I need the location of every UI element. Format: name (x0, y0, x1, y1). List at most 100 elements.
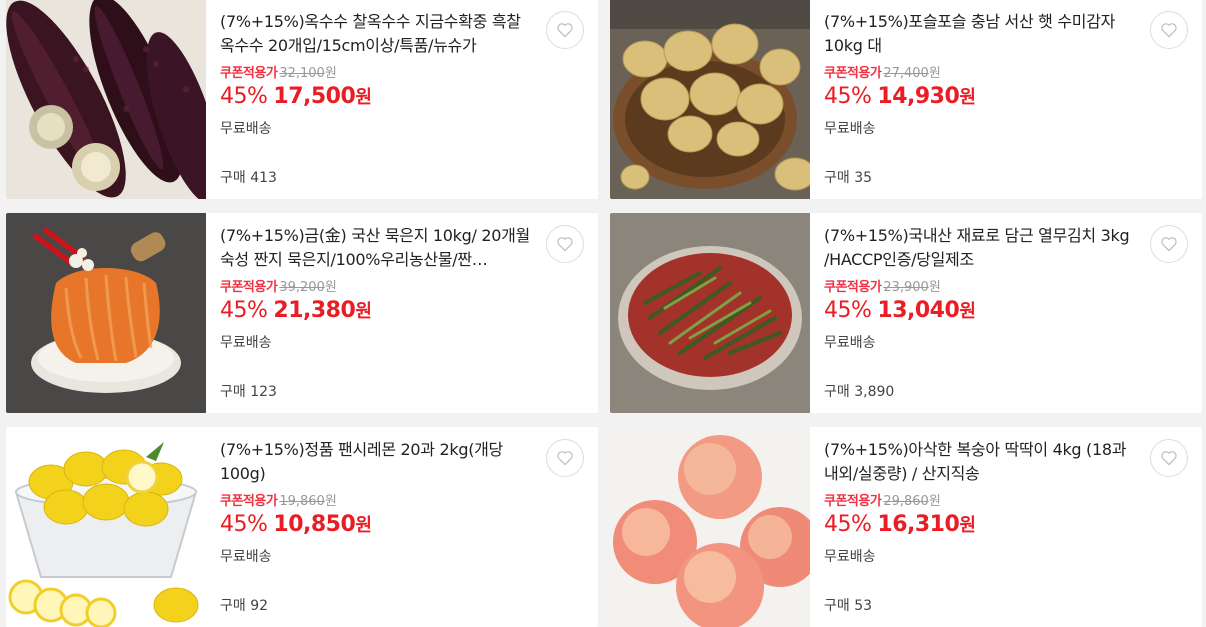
coupon-label: 쿠폰적용가 (824, 66, 882, 81)
sale-price: 14,930 (877, 84, 960, 109)
purchase-count: 구매 3,890 (824, 384, 895, 400)
price-unit: 원 (355, 301, 372, 322)
coupon-price-row: 쿠폰적용가 32,100원 (220, 66, 337, 82)
product-card[interactable]: (7%+15%)아삭한 복숭아 딱딱이 4kg (18과 내외/실중량) / 산… (610, 427, 1202, 627)
shipping-info: 무료배송 (824, 121, 876, 137)
product-info: (7%+15%)국내산 재료로 담근 열무김치 3kg /HACCP인증/당일제… (824, 213, 1138, 413)
heart-outline-icon (1161, 237, 1177, 252)
sale-price: 17,500 (273, 84, 356, 109)
coupon-price-row: 쿠폰적용가 19,860원 (220, 494, 337, 510)
product-card[interactable]: (7%+15%)금(金) 국산 묵은지 10kg/ 20개월 숙성 짠지 묵은지… (6, 213, 598, 413)
product-card[interactable]: (7%+15%)정품 팬시레몬 20과 2kg(개당100g) 쿠폰적용가 19,… (6, 427, 598, 627)
coupon-label: 쿠폰적용가 (220, 494, 278, 509)
original-price: 27,400 (883, 66, 929, 81)
sale-price-row: 45% 13,040원 (824, 297, 976, 323)
wishlist-button[interactable] (1150, 439, 1188, 477)
shipping-info: 무료배송 (220, 549, 272, 565)
original-price: 29,860 (883, 494, 929, 509)
aged-kimchi-image (6, 213, 206, 413)
peaches-image (610, 427, 810, 627)
original-price: 23,900 (883, 280, 929, 295)
purple-corn-image (6, 0, 206, 199)
lemons-bowl-image (6, 427, 206, 627)
purchase-count: 구매 35 (824, 170, 873, 186)
original-price-unit: 원 (324, 494, 337, 509)
discount-rate: 45% (824, 84, 872, 109)
product-title[interactable]: (7%+15%)국내산 재료로 담근 열무김치 3kg /HACCP인증/당일제… (824, 224, 1138, 272)
coupon-label: 쿠폰적용가 (824, 494, 882, 509)
sale-price-row: 45% 17,500원 (220, 83, 372, 109)
price-unit: 원 (959, 301, 976, 322)
product-info: (7%+15%)정품 팬시레몬 20과 2kg(개당100g) 쿠폰적용가 19,… (220, 427, 534, 627)
original-price: 39,200 (279, 280, 325, 295)
purchase-count: 구매 413 (220, 170, 277, 186)
potatoes-basket-image (610, 0, 810, 199)
heart-outline-icon (557, 23, 573, 38)
sale-price-row: 45% 14,930원 (824, 83, 976, 109)
shipping-info: 무료배송 (220, 335, 272, 351)
sale-price-row: 45% 16,310원 (824, 511, 976, 537)
discount-rate: 45% (220, 298, 268, 323)
sale-price: 13,040 (877, 298, 960, 323)
wishlist-button[interactable] (546, 439, 584, 477)
purchase-count: 구매 53 (824, 598, 873, 614)
heart-outline-icon (1161, 451, 1177, 466)
product-title[interactable]: (7%+15%)아삭한 복숭아 딱딱이 4kg (18과 내외/실중량) / 산… (824, 438, 1138, 486)
original-price-unit: 원 (928, 494, 941, 509)
purchase-count: 구매 123 (220, 384, 277, 400)
wishlist-button[interactable] (546, 225, 584, 263)
wishlist-button[interactable] (546, 11, 584, 49)
original-price-unit: 원 (928, 66, 941, 81)
price-unit: 원 (959, 515, 976, 536)
sale-price-row: 45% 21,380원 (220, 297, 372, 323)
sale-price: 16,310 (877, 512, 960, 537)
sale-price-row: 45% 10,850원 (220, 511, 372, 537)
product-card[interactable]: (7%+15%)옥수수 찰옥수수 지금수확중 흑찰옥수수 20개입/15cm이상… (6, 0, 598, 199)
product-image-yeolmu[interactable] (610, 213, 810, 413)
coupon-price-row: 쿠폰적용가 23,900원 (824, 280, 941, 296)
shipping-info: 무료배송 (220, 121, 272, 137)
coupon-label: 쿠폰적용가 (220, 66, 278, 81)
original-price: 19,860 (279, 494, 325, 509)
heart-outline-icon (557, 237, 573, 252)
discount-rate: 45% (824, 298, 872, 323)
product-image-corn[interactable] (6, 0, 206, 199)
product-title[interactable]: (7%+15%)포슬포슬 충남 서산 햇 수미감자 10kg 대 (824, 10, 1138, 58)
product-info: (7%+15%)포슬포슬 충남 서산 햇 수미감자 10kg 대 쿠폰적용가 27… (824, 0, 1138, 199)
product-image-lemon[interactable] (6, 427, 206, 627)
sale-price: 10,850 (273, 512, 356, 537)
product-info: (7%+15%)옥수수 찰옥수수 지금수확중 흑찰옥수수 20개입/15cm이상… (220, 0, 534, 199)
wishlist-button[interactable] (1150, 11, 1188, 49)
coupon-price-row: 쿠폰적용가 27,400원 (824, 66, 941, 82)
product-card[interactable]: (7%+15%)포슬포슬 충남 서산 햇 수미감자 10kg 대 쿠폰적용가 27… (610, 0, 1202, 199)
young-radish-kimchi-image (610, 213, 810, 413)
product-info: (7%+15%)아삭한 복숭아 딱딱이 4kg (18과 내외/실중량) / 산… (824, 427, 1138, 627)
original-price-unit: 원 (324, 280, 337, 295)
heart-outline-icon (1161, 23, 1177, 38)
original-price: 32,100 (279, 66, 325, 81)
product-title[interactable]: (7%+15%)정품 팬시레몬 20과 2kg(개당100g) (220, 438, 534, 486)
product-card[interactable]: (7%+15%)국내산 재료로 담근 열무김치 3kg /HACCP인증/당일제… (610, 213, 1202, 413)
discount-rate: 45% (824, 512, 872, 537)
coupon-label: 쿠폰적용가 (824, 280, 882, 295)
heart-outline-icon (557, 451, 573, 466)
shipping-info: 무료배송 (824, 549, 876, 565)
product-grid: (7%+15%)옥수수 찰옥수수 지금수확중 흑찰옥수수 20개입/15cm이상… (0, 0, 1206, 627)
product-image-potato[interactable] (610, 0, 810, 199)
discount-rate: 45% (220, 512, 268, 537)
price-unit: 원 (355, 87, 372, 108)
product-info: (7%+15%)금(金) 국산 묵은지 10kg/ 20개월 숙성 짠지 묵은지… (220, 213, 534, 413)
price-unit: 원 (959, 87, 976, 108)
sale-price: 21,380 (273, 298, 356, 323)
coupon-price-row: 쿠폰적용가 39,200원 (220, 280, 337, 296)
coupon-price-row: 쿠폰적용가 29,860원 (824, 494, 941, 510)
product-image-kimchi[interactable] (6, 213, 206, 413)
original-price-unit: 원 (928, 280, 941, 295)
product-image-peach[interactable] (610, 427, 810, 627)
original-price-unit: 원 (324, 66, 337, 81)
product-title[interactable]: (7%+15%)금(金) 국산 묵은지 10kg/ 20개월 숙성 짠지 묵은지… (220, 224, 534, 272)
wishlist-button[interactable] (1150, 225, 1188, 263)
discount-rate: 45% (220, 84, 268, 109)
product-title[interactable]: (7%+15%)옥수수 찰옥수수 지금수확중 흑찰옥수수 20개입/15cm이상… (220, 10, 534, 58)
price-unit: 원 (355, 515, 372, 536)
